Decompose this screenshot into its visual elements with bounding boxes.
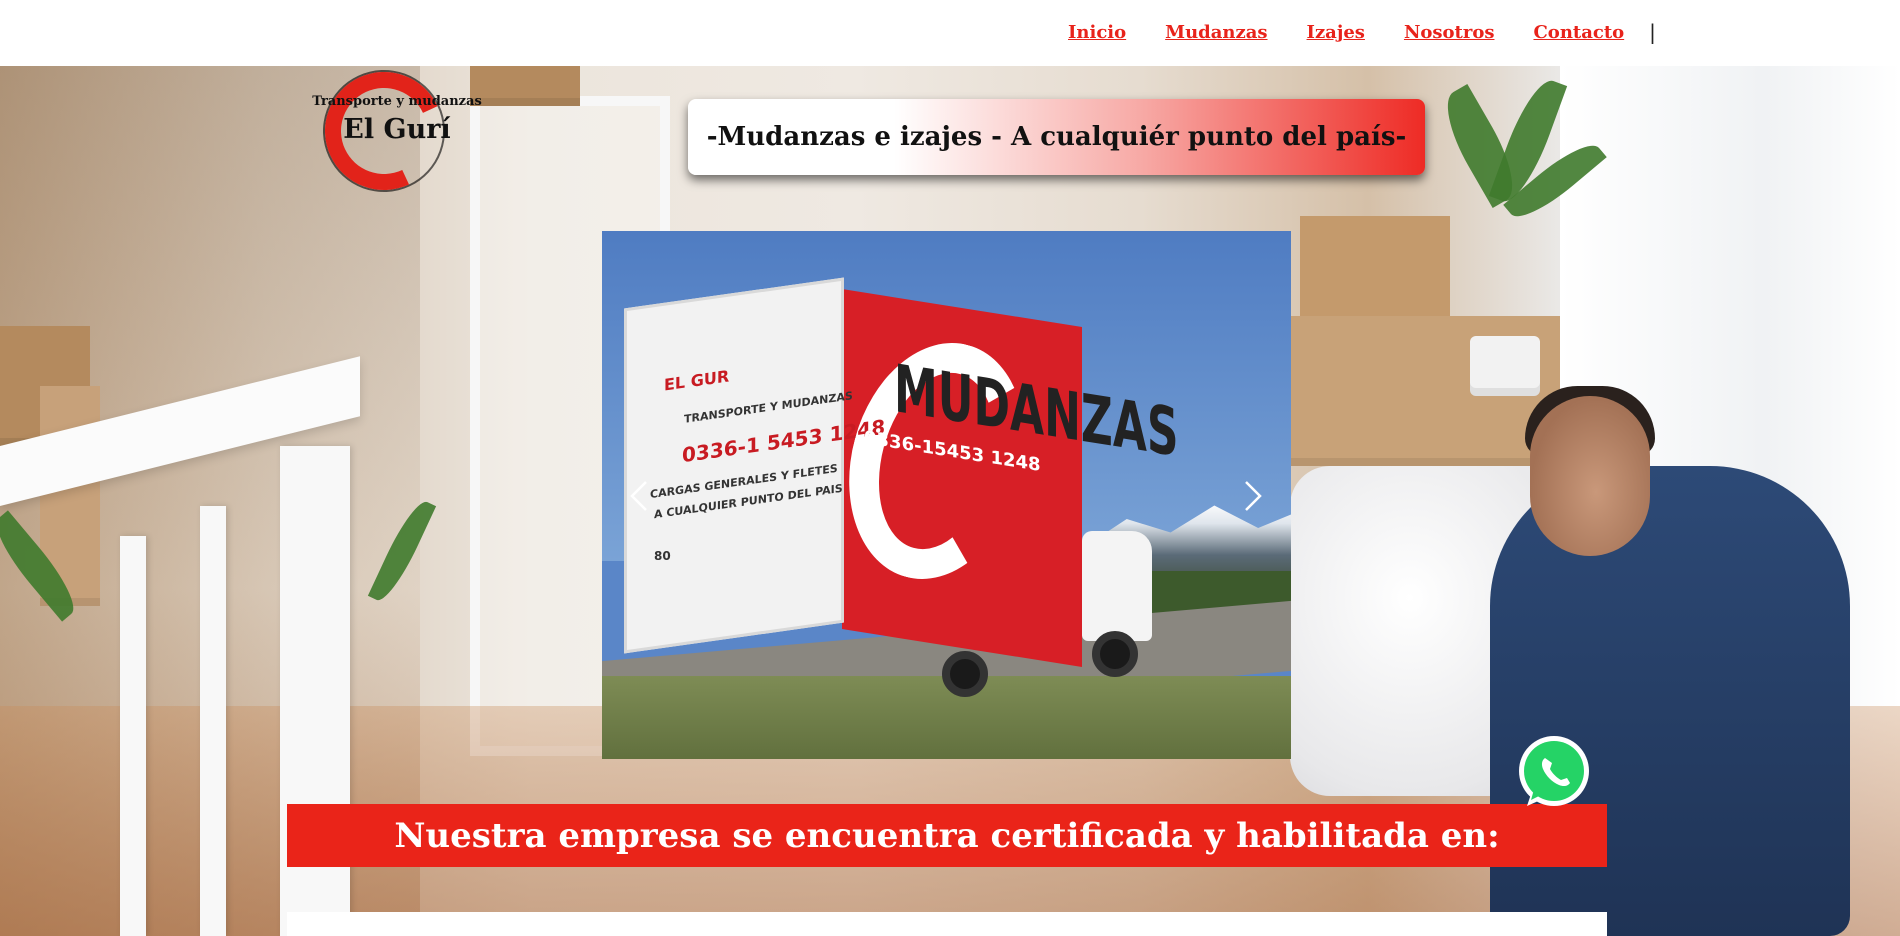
logo-tagline: Transporte y mudanzas [312,94,482,109]
certification-content-panel [287,912,1607,936]
nav-link-inicio[interactable]: Inicio [1068,22,1126,43]
railing-post [200,506,226,936]
top-navigation-bar: Inicio Mudanzas Izajes Nosotros Contacto… [0,0,1900,66]
truck-wheel [942,651,988,697]
nav-separator: | [1649,20,1656,44]
main-nav: Inicio Mudanzas Izajes Nosotros Contacto… [1068,20,1656,44]
chevron-left-icon [630,481,647,511]
headline-text: -Mudanzas e izajes - A cualquiér punto d… [706,122,1407,152]
truck-cab [1082,531,1152,641]
certification-text: Nuestra empresa se encuentra certificada… [394,815,1500,856]
nav-link-contacto[interactable]: Contacto [1533,22,1624,43]
nav-link-izajes[interactable]: Izajes [1307,22,1365,43]
carousel-next-button[interactable] [1232,476,1272,516]
background-pot [1470,336,1540,396]
chevron-right-icon [1245,481,1262,511]
image-carousel[interactable]: EL GUR TRANSPORTE Y MUDANZAS 0336-1 5453… [602,231,1291,759]
background-person-head [1530,396,1650,556]
slide-truck-plate: 80 [654,549,671,563]
headline-banner: -Mudanzas e izajes - A cualquiér punto d… [688,99,1425,175]
nav-link-mudanzas[interactable]: Mudanzas [1165,22,1267,43]
company-logo[interactable]: Transporte y mudanzas El Gurí [297,55,497,207]
logo-name: El Gurí [343,114,451,145]
whatsapp-button[interactable] [1515,734,1593,812]
certification-banner: Nuestra empresa se encuentra certificada… [287,804,1607,867]
whatsapp-icon [1519,736,1589,806]
carousel-prev-button[interactable] [620,476,660,516]
truck-wheel [1092,631,1138,677]
railing-post [120,536,146,936]
nav-link-nosotros[interactable]: Nosotros [1404,22,1495,43]
